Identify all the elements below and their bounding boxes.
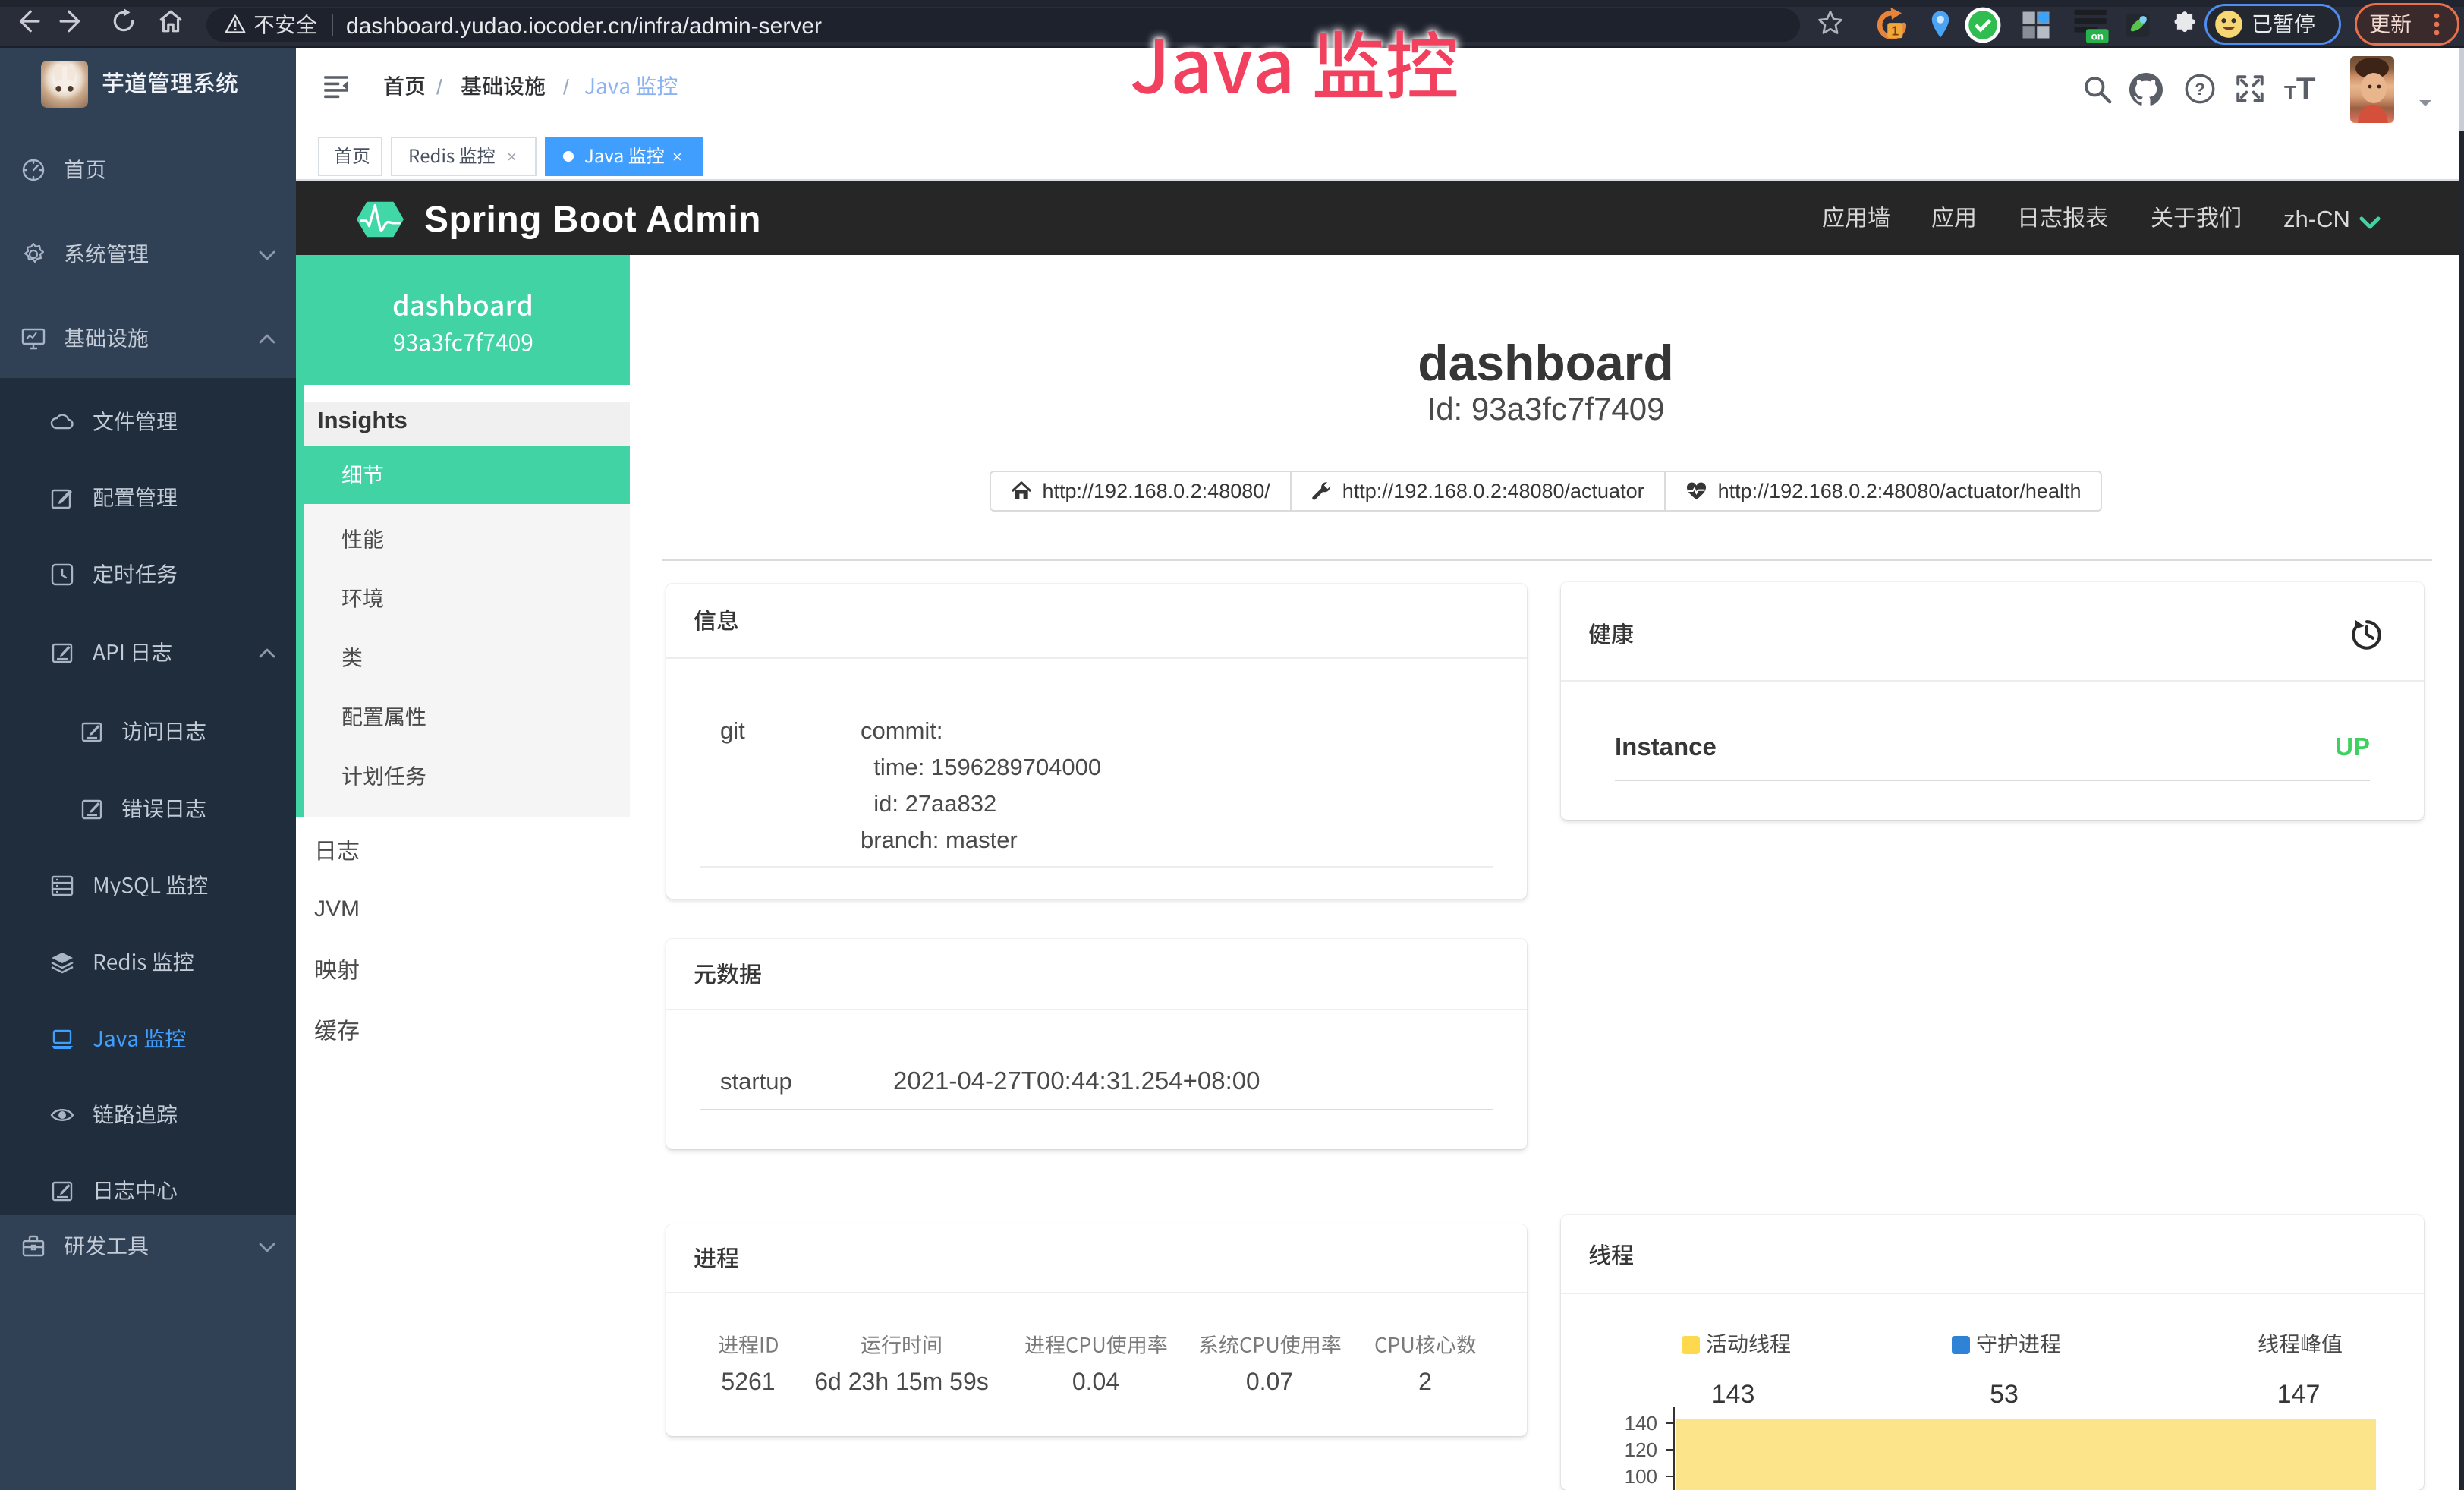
svg-text:on: on <box>2091 30 2104 42</box>
svg-text:?: ? <box>2195 80 2205 99</box>
svg-text:1: 1 <box>1892 24 1899 39</box>
